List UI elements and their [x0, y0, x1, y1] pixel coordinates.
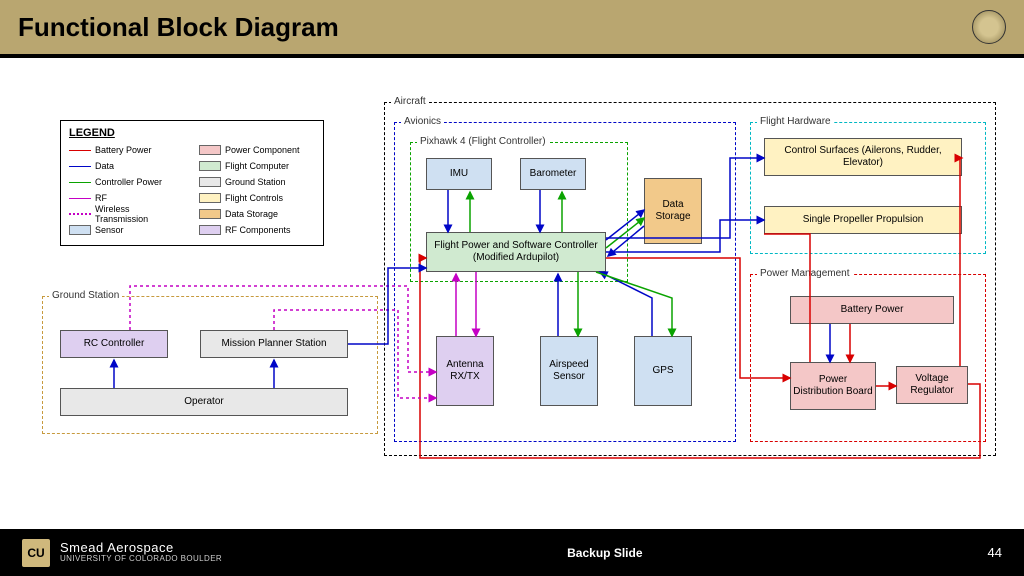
cu-logo-icon: CU [22, 539, 50, 567]
footer-org: Smead Aerospace [60, 541, 222, 555]
legend-item: Data Storage [225, 209, 278, 219]
legend-item: Battery Power [95, 145, 152, 155]
block-mission-planner: Mission Planner Station [200, 330, 348, 358]
legend-item: Data [95, 161, 114, 171]
page-title: Functional Block Diagram [18, 12, 339, 43]
legend-box: LEGEND Battery Power Power Component Dat… [60, 120, 324, 246]
footer-center: Backup Slide [567, 546, 642, 560]
block-flight-controller: Flight Power and Software Controller (Mo… [426, 232, 606, 272]
footer-left: CU Smead Aerospace UNIVERSITY OF COLORAD… [22, 539, 222, 567]
group-label: Pixhawk 4 (Flight Controller) [417, 136, 549, 147]
block-battery: Battery Power [790, 296, 954, 324]
group-label: Avionics [401, 116, 444, 127]
block-operator: Operator [60, 388, 348, 416]
block-line: (Modified Ardupilot) [473, 252, 559, 264]
legend-title: LEGEND [69, 127, 315, 139]
block-propulsion: Single Propeller Propulsion [764, 206, 962, 234]
group-label: Ground Station [49, 290, 122, 301]
group-label: Power Management [757, 268, 853, 279]
legend-item: RF Components [225, 225, 291, 235]
block-antenna: Antenna RX/TX [436, 336, 494, 406]
block-vreg: Voltage Regulator [896, 366, 968, 404]
legend-item: Controller Power [95, 177, 162, 187]
block-line: Flight Power and Software Controller [434, 240, 597, 252]
block-pdb: Power Distribution Board [790, 362, 876, 410]
block-imu: IMU [426, 158, 492, 190]
diagram-canvas: LEGEND Battery Power Power Component Dat… [0, 58, 1024, 529]
footer-suborg: UNIVERSITY OF COLORADO BOULDER [60, 555, 222, 564]
block-rc-controller: RC Controller [60, 330, 168, 358]
legend-item: Flight Computer [225, 161, 289, 171]
block-barometer: Barometer [520, 158, 586, 190]
legend-item: RF [95, 193, 107, 203]
page-number: 44 [988, 545, 1002, 560]
legend-item: Sensor [95, 225, 124, 235]
logo-top [972, 10, 1006, 44]
block-airspeed: Airspeed Sensor [540, 336, 598, 406]
legend-item: Power Component [225, 145, 300, 155]
block-control-surfaces: Control Surfaces (Ailerons, Rudder, Elev… [764, 138, 962, 176]
legend-item: Ground Station [225, 177, 286, 187]
legend-item: Flight Controls [225, 193, 283, 203]
block-data-storage: Data Storage [644, 178, 702, 244]
block-gps: GPS [634, 336, 692, 406]
legend-item: Wireless Transmission [95, 204, 185, 224]
group-label: Aircraft [391, 96, 429, 107]
group-label: Flight Hardware [757, 116, 834, 127]
